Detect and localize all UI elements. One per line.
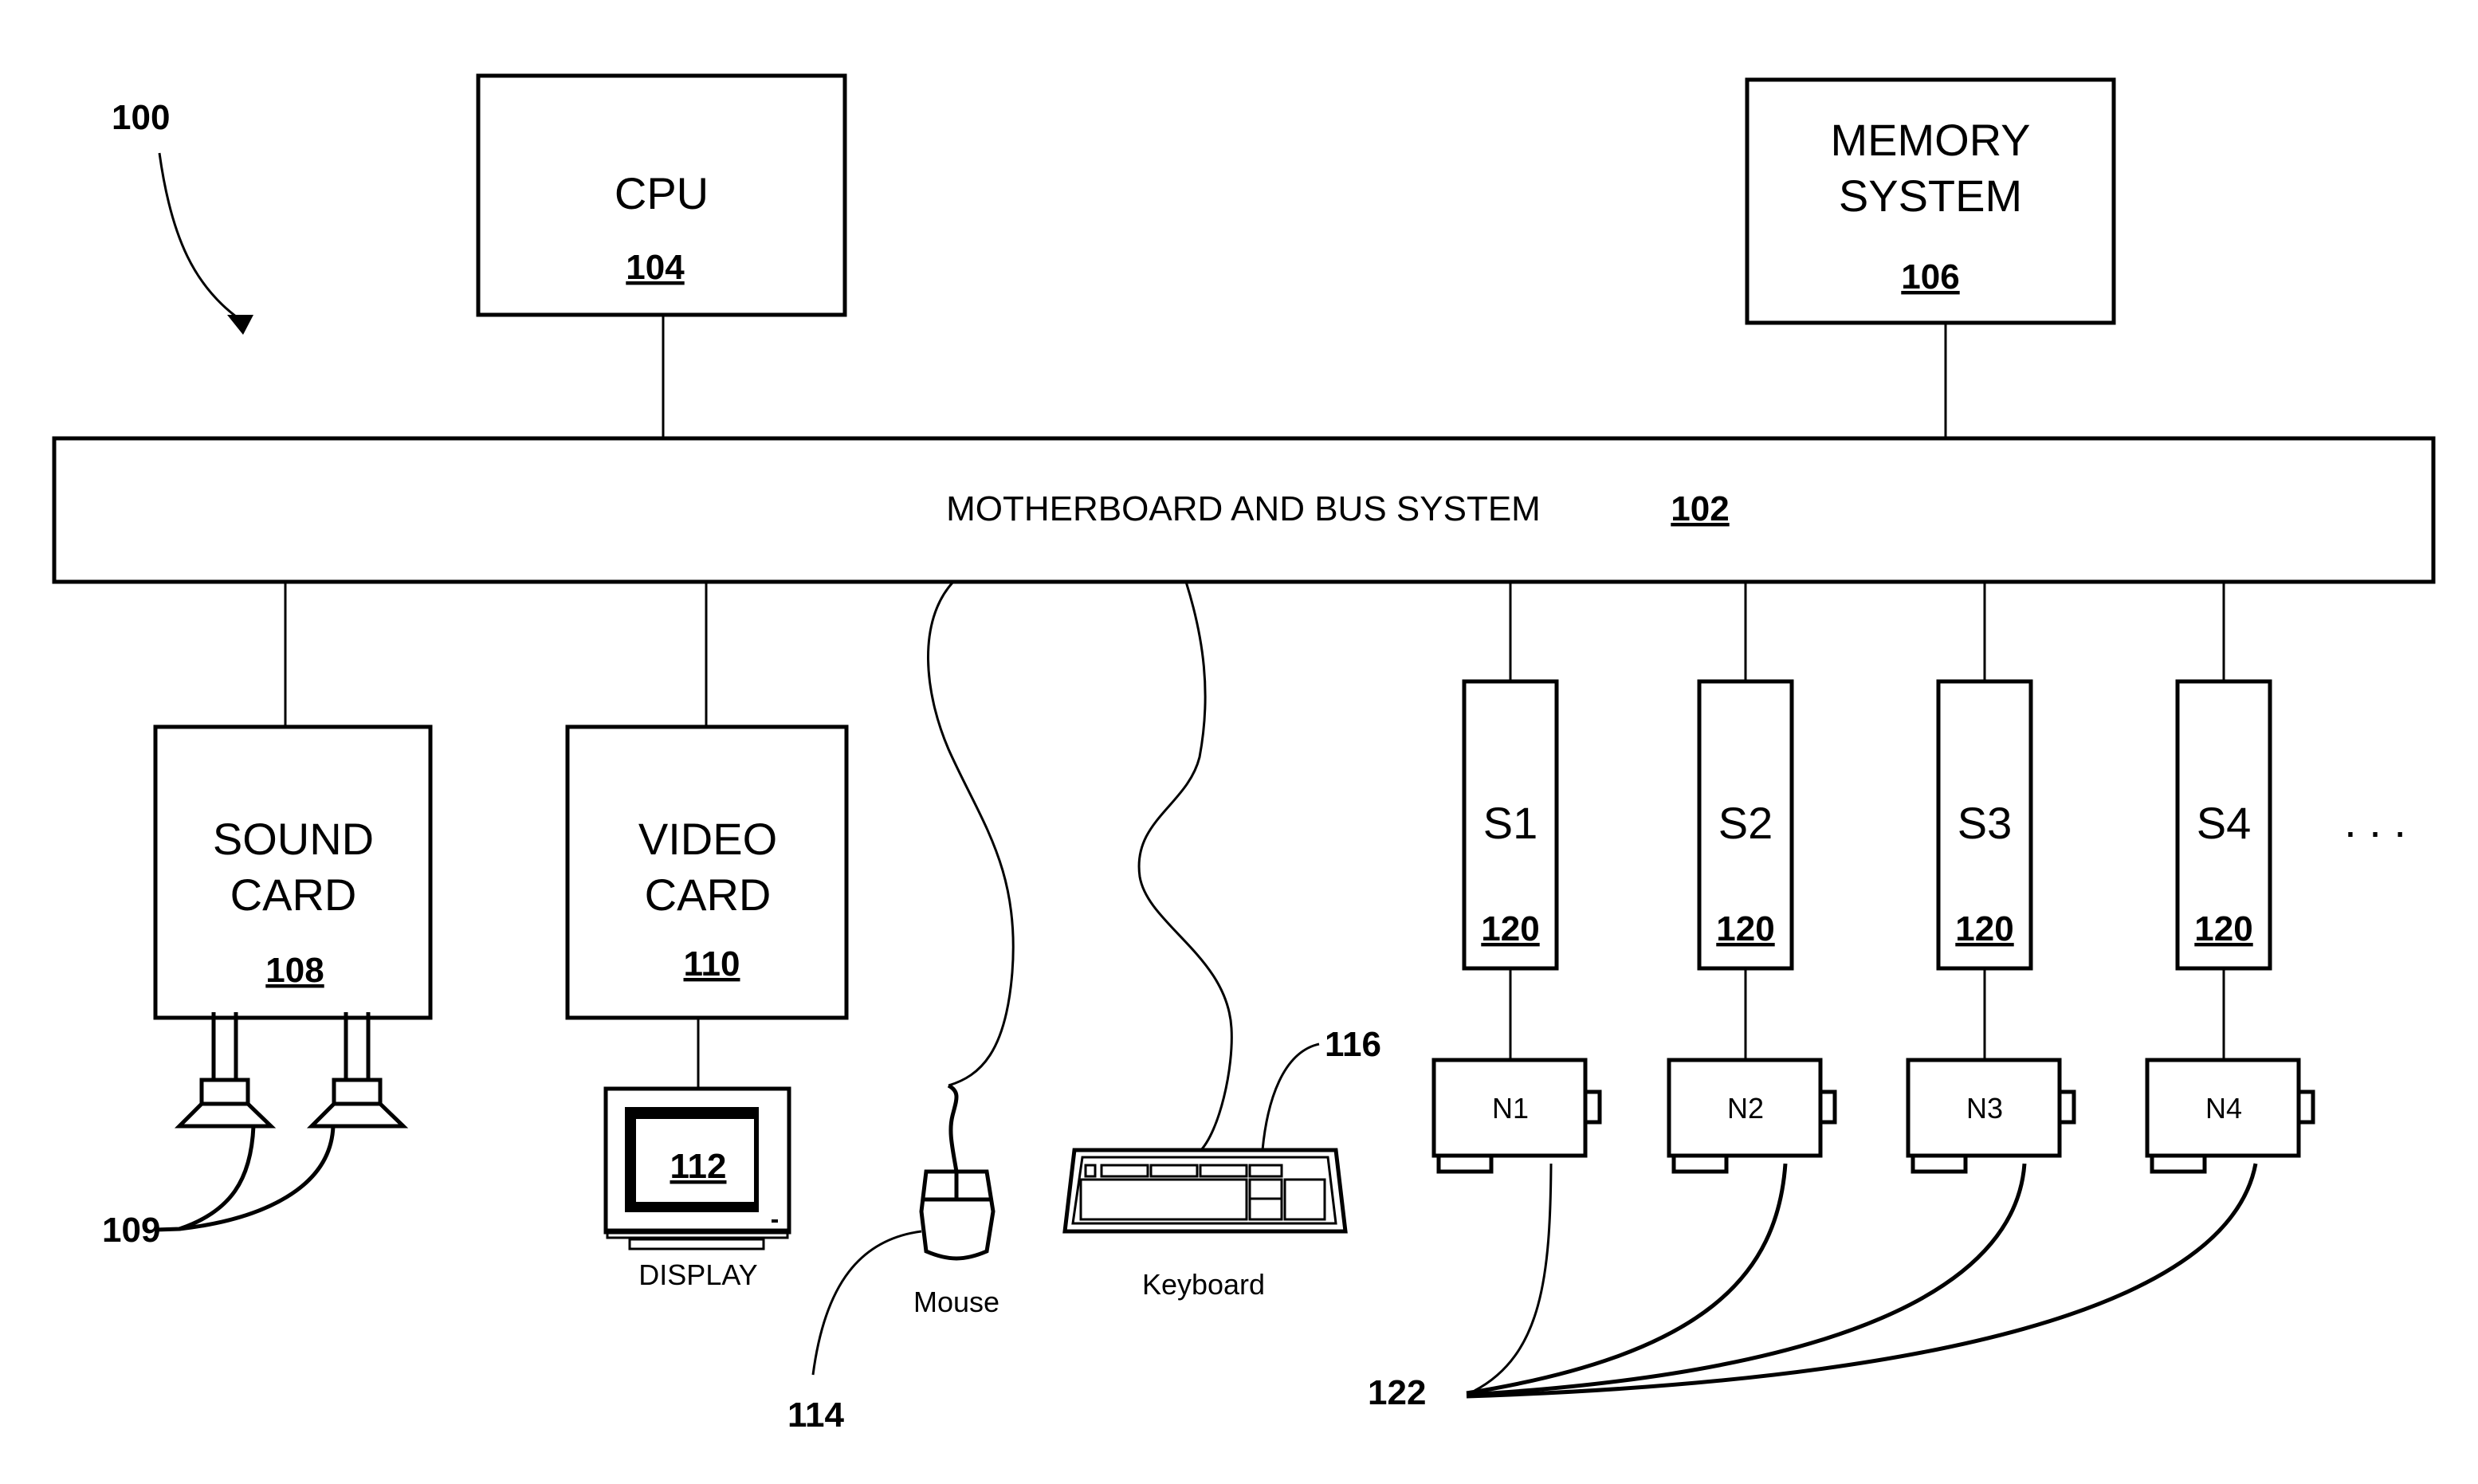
cpu-block[interactable]: CPU 104 bbox=[476, 73, 847, 317]
node-label: N4 bbox=[2205, 1092, 2242, 1125]
node-port-icon bbox=[2057, 1089, 2076, 1125]
mouse-callout-line bbox=[811, 1230, 922, 1376]
speaker-right bbox=[306, 1012, 409, 1129]
speakers-callout-line bbox=[179, 1125, 256, 1231]
mouse-cable bbox=[927, 580, 1015, 1087]
bus-ref: 102 bbox=[1671, 489, 1729, 528]
node-port-icon bbox=[1583, 1089, 1602, 1125]
figure-ref: 100 bbox=[112, 98, 170, 137]
keyboard-ref: 116 bbox=[1325, 1025, 1381, 1064]
sound-card-block[interactable]: SOUND CARD 108 bbox=[153, 724, 433, 1020]
node-label: N2 bbox=[1727, 1092, 1764, 1125]
system-diagram: 100 CPU 104 MEMORY SYSTEM 106 MOTHERBOAR… bbox=[52, 73, 2436, 1435]
video-card-block[interactable]: VIDEO CARD 110 bbox=[565, 724, 849, 1020]
slot-block[interactable]: S1 120 bbox=[1462, 679, 1559, 971]
mouse-label: Mouse bbox=[913, 1286, 999, 1318]
cpu-label: CPU bbox=[615, 168, 709, 218]
keyboard-icon[interactable] bbox=[1062, 1148, 1348, 1234]
slot-label: S4 bbox=[2197, 798, 2252, 848]
node-port-icon bbox=[2296, 1089, 2315, 1125]
keyboard-cable bbox=[1137, 581, 1233, 1153]
video-card-label-line1: VIDEO bbox=[638, 814, 777, 864]
sound-card-label-line1: SOUND bbox=[213, 814, 374, 864]
memory-ref: 106 bbox=[1901, 257, 1959, 296]
slot-ref: 120 bbox=[1481, 909, 1539, 948]
speakers-ref: 109 bbox=[102, 1211, 160, 1250]
node-port-icon bbox=[1818, 1089, 1837, 1125]
figure-ref-arrow bbox=[158, 152, 240, 320]
node-label: N3 bbox=[1966, 1092, 2003, 1125]
node-foot-icon bbox=[1436, 1153, 1494, 1174]
slot-ref: 120 bbox=[1716, 909, 1774, 948]
memory-block[interactable]: MEMORY SYSTEM 106 bbox=[1745, 77, 2116, 325]
memory-label-line2: SYSTEM bbox=[1839, 171, 2022, 221]
display-icon[interactable]: 112 bbox=[603, 1086, 791, 1250]
cables-ref: 122 bbox=[1368, 1373, 1426, 1412]
bus-block[interactable]: MOTHERBOARD AND BUS SYSTEM 102 bbox=[52, 436, 2436, 584]
node-block[interactable]: N1 bbox=[1431, 1058, 1602, 1174]
slot-label: S1 bbox=[1483, 798, 1538, 848]
sound-card-label-line2: CARD bbox=[230, 870, 357, 920]
keyboard-callout-line bbox=[1261, 1042, 1320, 1151]
node-block[interactable]: N3 bbox=[1906, 1058, 2076, 1174]
node-foot-icon bbox=[2150, 1153, 2207, 1174]
node-block[interactable]: N4 bbox=[2145, 1058, 2315, 1174]
mouse-ref: 114 bbox=[787, 1396, 845, 1435]
slot-block[interactable]: S2 120 bbox=[1697, 679, 1794, 971]
display-label: DISPLAY bbox=[638, 1258, 757, 1291]
more-indicator: . . . bbox=[2344, 796, 2406, 846]
video-card-label-line2: CARD bbox=[645, 870, 772, 920]
slot-ref: 120 bbox=[2194, 909, 2252, 948]
node-block[interactable]: N2 bbox=[1667, 1058, 1837, 1174]
node-foot-icon bbox=[1911, 1153, 1968, 1174]
slot-label: S3 bbox=[1958, 798, 2013, 848]
sound-card-ref: 108 bbox=[265, 951, 324, 990]
bus-label: MOTHERBOARD AND BUS SYSTEM bbox=[946, 489, 1541, 528]
node-foot-icon bbox=[1671, 1153, 1729, 1174]
node-label: N1 bbox=[1492, 1092, 1529, 1125]
slots-group: S1 120 N1 S2 120 N2 S3 120 N3 S4 120 N4 bbox=[1431, 582, 2315, 1174]
slot-block[interactable]: S3 120 bbox=[1936, 679, 2033, 971]
arrowhead-icon bbox=[227, 315, 253, 335]
slot-block[interactable]: S4 120 bbox=[2175, 679, 2272, 971]
video-card-ref: 110 bbox=[684, 944, 740, 983]
mouse-icon[interactable] bbox=[919, 1083, 996, 1261]
display-ref: 112 bbox=[670, 1147, 727, 1186]
network-cables bbox=[1466, 1163, 2258, 1399]
keyboard-label: Keyboard bbox=[1142, 1268, 1265, 1301]
memory-label-line1: MEMORY bbox=[1831, 115, 2031, 165]
slot-ref: 120 bbox=[1955, 909, 2013, 948]
speaker-left bbox=[174, 1012, 277, 1129]
slot-label: S2 bbox=[1718, 798, 1773, 848]
cpu-ref: 104 bbox=[626, 248, 685, 287]
